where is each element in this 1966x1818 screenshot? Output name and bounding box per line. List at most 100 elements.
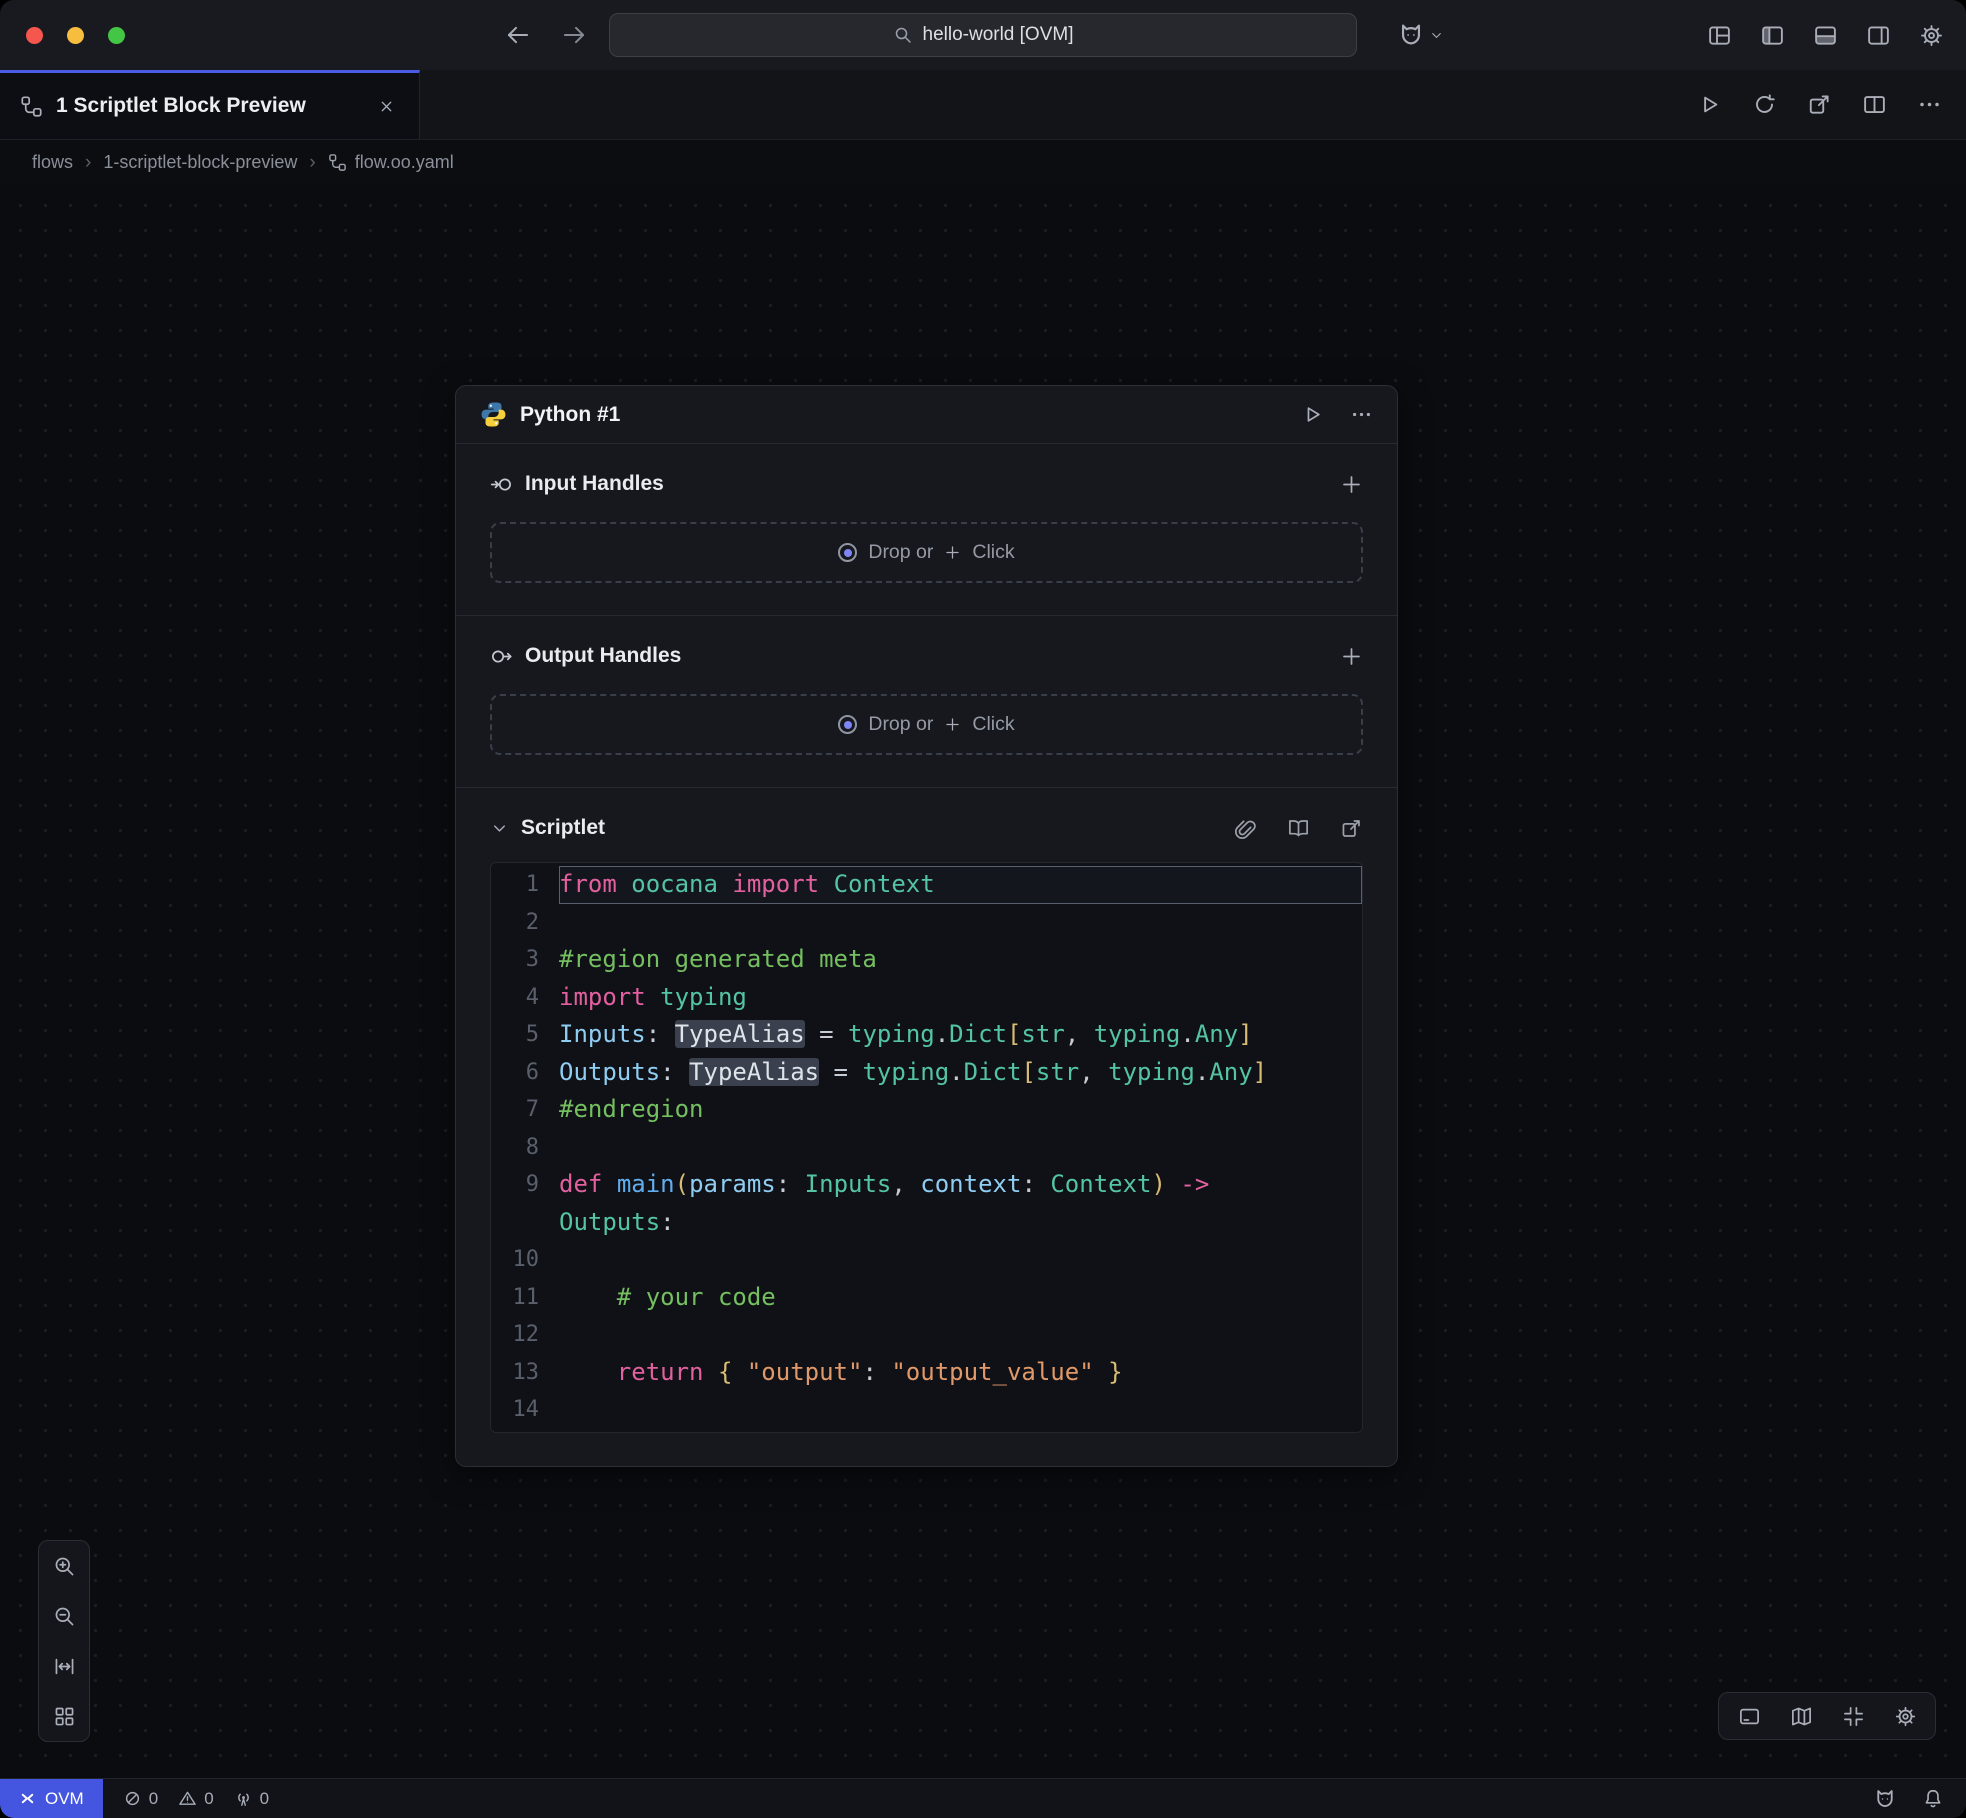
line-number: 12 [491,1316,539,1354]
line-number: 7 [491,1091,539,1129]
code-row[interactable]: 12 [491,1316,1362,1354]
code-row[interactable]: 14 [491,1391,1362,1429]
code-line-text: import typing [559,979,1362,1017]
breadcrumb-separator: › [85,152,91,174]
line-number: 3 [491,941,539,979]
code-row[interactable]: 3 #region generated meta [491,941,1362,979]
close-window-button[interactable] [26,27,43,44]
fit-view-button[interactable] [39,1641,89,1691]
more-actions-button[interactable] [1917,92,1942,117]
line-number: 8 [491,1129,539,1167]
problems-warnings[interactable]: 0 [178,1789,213,1809]
run-node-button[interactable] [1301,403,1324,426]
zoom-out-button[interactable] [39,1591,89,1641]
assistant-menu[interactable] [1398,0,1444,70]
console-button[interactable] [1723,1693,1775,1739]
breadcrumb-item-file[interactable]: flow.oo.yaml [328,152,454,173]
add-input-handle-button[interactable] [1340,473,1363,496]
input-handle-icon [490,473,513,496]
code-row[interactable]: 6Outputs: TypeAlias = typing.Dict[str, t… [491,1054,1362,1092]
zoom-window-button[interactable] [108,27,125,44]
toggle-right-panel-button[interactable] [1866,23,1891,48]
tab-scriptlet-block-preview[interactable]: 1 Scriptlet Block Preview [0,70,420,139]
layout-icon [1707,23,1732,48]
dropzone-text: Drop or [868,541,933,564]
code-row[interactable]: 11 # your code [491,1279,1362,1317]
search-text: hello-world [OVM] [923,24,1074,46]
code-row[interactable]: 5Inputs: TypeAlias = typing.Dict[str, ty… [491,1016,1362,1054]
line-number: 1 [491,866,539,904]
line-number: 4 [491,979,539,1017]
assistant-status-button[interactable] [1874,1788,1896,1810]
broadcast-icon [234,1789,253,1808]
python-icon [480,401,507,428]
titlebar: hello-world [OVM] [0,0,1966,70]
code-row[interactable]: 8 [491,1129,1362,1167]
toggle-bottom-panel-button[interactable] [1813,23,1838,48]
command-search-bar[interactable]: hello-world [OVM] [609,13,1357,57]
code-row[interactable]: 1from oocana import Context [491,866,1362,904]
code-line-text: #endregion [559,1091,1362,1129]
add-output-handle-button[interactable] [1340,645,1363,668]
code-row[interactable]: Outputs: [491,1204,1362,1242]
code-line-text: # your code [559,1279,1362,1317]
toggle-left-panel-button[interactable] [1760,23,1785,48]
tabbar: 1 Scriptlet Block Preview [0,70,1966,140]
problems-errors[interactable]: 0 [123,1789,158,1809]
customize-layout-button[interactable] [1707,23,1732,48]
minimap-button[interactable] [1775,1693,1827,1739]
tab-label: 1 Scriptlet Block Preview [56,94,306,118]
close-tab-button[interactable] [373,93,399,119]
code-row[interactable]: 9def main(params: Inputs, context: Conte… [491,1166,1362,1204]
code-row[interactable]: 7 #endregion [491,1091,1362,1129]
export-button[interactable] [1807,92,1832,117]
breadcrumb-file-label: flow.oo.yaml [355,152,454,173]
chevron-down-icon [1429,28,1444,43]
line-number: 10 [491,1241,539,1279]
code-editor[interactable]: 1from oocana import Context23 #region gen… [490,862,1363,1433]
search-icon [893,25,913,45]
flow-file-icon [328,153,347,172]
node-python-1[interactable]: Python #1 Input Handles [455,385,1398,1467]
notifications-button[interactable] [1922,1788,1944,1810]
run-flow-button[interactable] [1697,92,1722,117]
collapse-view-button[interactable] [1827,1693,1879,1739]
line-number [491,1204,539,1242]
input-handles-dropzone[interactable]: Drop or Click [490,522,1363,583]
code-row[interactable]: 10 [491,1241,1362,1279]
docs-button[interactable] [1287,817,1310,840]
output-handles-dropzone[interactable]: Drop or Click [490,694,1363,755]
flow-canvas[interactable]: Python #1 Input Handles [0,185,1966,1778]
canvas-settings-button[interactable] [1879,1693,1931,1739]
code-row[interactable]: 13 return { "output": "output_value" } [491,1354,1362,1392]
code-line-text [559,1316,1362,1354]
code-line-text: #region generated meta [559,941,1362,979]
input-handles-title: Input Handles [525,472,664,496]
breadcrumb-item-folder[interactable]: 1-scriptlet-block-preview [103,152,297,173]
broadcast-status[interactable]: 0 [234,1789,269,1809]
forward-button[interactable] [561,22,587,48]
remote-indicator[interactable]: OVM [0,1779,103,1818]
line-number: 9 [491,1166,539,1204]
node-header[interactable]: Python #1 [456,386,1397,444]
settings-button[interactable] [1919,23,1944,48]
minimize-window-button[interactable] [67,27,84,44]
output-handle-icon [490,645,513,668]
attach-file-button[interactable] [1234,817,1257,840]
back-button[interactable] [505,22,531,48]
collapse-scriptlet-button[interactable] [490,819,509,838]
panel-bottom-icon [1813,23,1838,48]
code-row[interactable]: 2 [491,904,1362,942]
node-more-button[interactable] [1350,403,1373,426]
code-row[interactable]: 4 import typing [491,979,1362,1017]
split-editor-button[interactable] [1862,92,1887,117]
ellipsis-icon [1350,403,1373,426]
dropzone-text: Click [972,713,1014,736]
overview-button[interactable] [39,1691,89,1741]
rerun-button[interactable] [1752,92,1777,117]
traffic-lights [26,27,125,44]
zoom-in-button[interactable] [39,1541,89,1591]
open-external-button[interactable] [1340,817,1363,840]
breadcrumb-item-flows[interactable]: flows [32,152,73,173]
drop-target-icon [838,715,857,734]
